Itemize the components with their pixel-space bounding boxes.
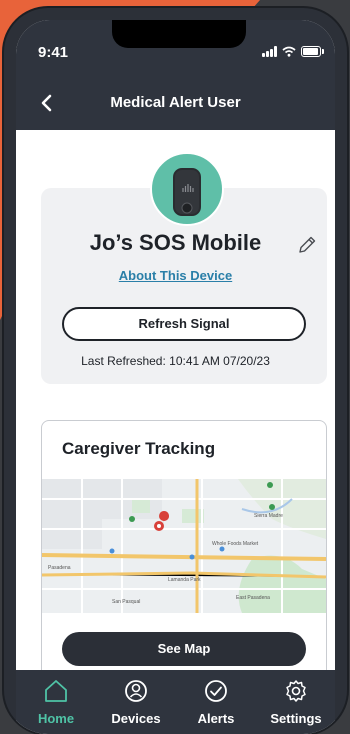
cellular-signal-icon [262, 46, 277, 57]
refresh-signal-button[interactable]: Refresh Signal [62, 307, 306, 341]
map-preview[interactable]: Sierra Madre Pasadena East Pasadena Lama… [42, 479, 326, 613]
tab-alerts[interactable]: Alerts [176, 670, 256, 734]
tracking-title: Caregiver Tracking [62, 439, 216, 458]
device-name-row: Jo’s SOS Mobile [16, 230, 335, 256]
status-icons [262, 46, 324, 57]
device-avatar [150, 152, 224, 226]
phone-notch [112, 20, 246, 48]
tab-label: Alerts [197, 711, 235, 726]
bottom-tab-bar: Home Devices Alerts Settings [16, 670, 335, 734]
devices-icon [125, 680, 147, 702]
map-label: Lamanda Park [168, 577, 201, 583]
nav-bar: Medical Alert User [16, 84, 335, 124]
map-label: Pasadena [48, 565, 71, 571]
pencil-edit-icon[interactable] [296, 234, 318, 256]
settings-icon [286, 680, 306, 702]
device-name: Jo’s SOS Mobile [89, 230, 262, 255]
see-map-button[interactable]: See Map [62, 632, 306, 666]
about-device-link[interactable]: About This Device [16, 268, 335, 283]
tab-devices[interactable]: Devices [96, 670, 176, 734]
header-area: 9:41 Medical Alert User [16, 20, 335, 130]
home-icon [45, 680, 67, 702]
tab-label: Devices [111, 711, 161, 726]
last-refreshed-text: Last Refreshed: 10:41 AM 07/20/23 [81, 354, 270, 368]
status-time: 9:41 [38, 44, 69, 61]
app-screen: 9:41 Medical Alert User Jo’s SOS Mobile … [16, 20, 335, 734]
sos-device-icon [173, 168, 201, 216]
page-title: Medical Alert User [110, 94, 241, 111]
map-label: Whole Foods Market [212, 541, 259, 547]
alerts-icon [205, 680, 227, 702]
map-label: East Pasadena [236, 595, 270, 601]
tab-home[interactable]: Home [16, 670, 96, 734]
map-graphic: Sierra Madre Pasadena East Pasadena Lama… [42, 479, 326, 613]
caregiver-tracking-card: Caregiver Tracking Sierra Madre Pasadena… [41, 420, 327, 690]
tab-label: Settings [270, 711, 322, 726]
tab-label: Home [37, 711, 75, 726]
wifi-icon [282, 46, 296, 57]
map-label: Sierra Madre [254, 513, 283, 519]
tab-settings[interactable]: Settings [256, 670, 335, 734]
map-label: San Pasqual [112, 599, 140, 605]
battery-icon [301, 46, 324, 57]
phone-frame: 9:41 Medical Alert User Jo’s SOS Mobile … [4, 8, 347, 734]
